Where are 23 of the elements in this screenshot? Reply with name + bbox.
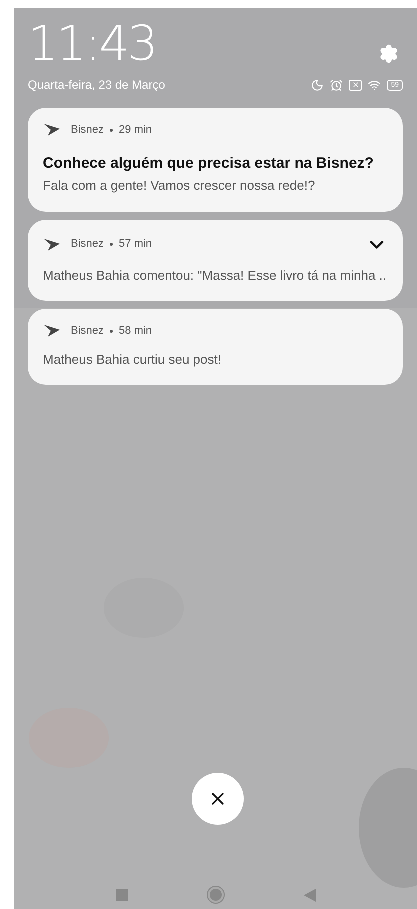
notification-time: 58 min bbox=[119, 324, 152, 339]
notification-card[interactable]: Bisnez 58 min Matheus Bahia curtiu seu post! bbox=[28, 309, 403, 385]
no-sim-icon bbox=[349, 80, 362, 90]
notification-title: Conhece alguém que precisa estar na Bisnez? bbox=[43, 154, 375, 174]
home-icon[interactable] bbox=[208, 887, 224, 903]
notification-text: Fala com a gente! Vamos crescer nossa rede!? bbox=[43, 177, 316, 195]
notification-card[interactable]: Bisnez 57 min Matheus Bahia comentou: "Massa! Esse livro tá na minha .. bbox=[28, 220, 403, 301]
clock: 11:43 bbox=[28, 20, 156, 68]
app-name: Bisnez bbox=[71, 324, 104, 339]
notification-text: Matheus Bahia comentou: "Massa! Esse livro tá na minha .. bbox=[43, 266, 388, 284]
notification-time: 57 min bbox=[119, 237, 152, 252]
notification-time: 29 min bbox=[119, 123, 152, 138]
moon-icon bbox=[311, 78, 324, 92]
back-icon[interactable] bbox=[304, 888, 316, 902]
notification-card[interactable]: Bisnez 29 min Conhece alguém que precisa estar na Bisnez? Fala com a gente! Vamos crescer nossa rede!? bbox=[28, 108, 403, 212]
wifi-icon bbox=[368, 78, 382, 92]
alarm-icon bbox=[330, 78, 344, 92]
date-text: Quarta-feira, 23 de Março bbox=[28, 77, 166, 94]
notification-text: Matheus Bahia curtiu seu post! bbox=[43, 350, 222, 369]
app-name: Bisnez bbox=[71, 123, 104, 138]
recents-icon[interactable] bbox=[116, 889, 128, 901]
settings-icon[interactable] bbox=[379, 44, 399, 64]
app-name: Bisnez bbox=[71, 237, 104, 252]
